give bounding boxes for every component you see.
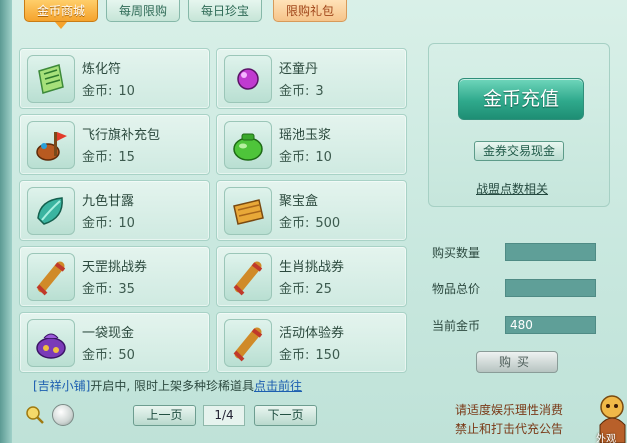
notice-go-link[interactable]: 点击前往: [254, 379, 302, 393]
leaf-icon: [27, 187, 75, 235]
item-name: 炼化符: [82, 62, 122, 77]
exchange-cash-button[interactable]: 金券交易现金: [474, 141, 564, 161]
talisman-icon: [27, 55, 75, 103]
total-price-label: 物品总价: [432, 282, 481, 296]
shop-item-2[interactable]: 还童丹 金币: 3: [216, 48, 407, 109]
notice-text: 开启中, 限时上架多种珍稀道具: [90, 379, 255, 393]
corner-label: 外观: [596, 434, 616, 443]
treasure-box-icon: [224, 187, 272, 235]
item-price: 金币: 10: [279, 150, 332, 165]
notice-shop-name[interactable]: [吉祥小铺]: [33, 379, 90, 393]
shop-item-7[interactable]: 天罡挑战券 金币: 35: [19, 246, 210, 307]
quantity-field[interactable]: [505, 243, 596, 261]
shop-item-3[interactable]: 飞行旗补充包 金币: 15: [19, 114, 210, 175]
total-price-field: [505, 279, 596, 297]
shop-item-5[interactable]: 九色甘露 金币: 10: [19, 180, 210, 241]
radio-toggle-icon[interactable]: [52, 404, 74, 426]
tab-gold-mall[interactable]: 金币商城: [24, 0, 98, 22]
alliance-points-link[interactable]: 战盟点数相关: [476, 180, 548, 197]
gold-recharge-button[interactable]: 金币充值: [458, 78, 584, 120]
item-price: 金币: 10: [82, 216, 135, 231]
purple-pill-icon: [224, 55, 272, 103]
item-price: 金币: 10: [82, 84, 135, 99]
item-price: 金币: 3: [279, 84, 324, 99]
moderation-notice: 请适度娱乐理性消费: [455, 403, 564, 417]
jade-pot-icon: [224, 121, 272, 169]
scroll-icon: [224, 319, 272, 367]
item-name: 聚宝盒: [279, 194, 319, 209]
shop-item-6[interactable]: 聚宝盒 金币: 500: [216, 180, 407, 241]
page-indicator: 1/4: [203, 405, 245, 426]
item-name: 九色甘露: [82, 194, 135, 209]
shop-item-9[interactable]: 一袋现金 金币: 50: [19, 312, 210, 373]
active-tab-pointer: [55, 22, 67, 29]
money-bag-icon: [27, 319, 75, 367]
item-name: 天罡挑战券: [82, 260, 148, 275]
tab-limited-gift[interactable]: 限购礼包: [273, 0, 347, 22]
panel-left-edge: [0, 0, 12, 443]
current-gold-field: 480: [505, 316, 596, 334]
quantity-label: 购买数量: [432, 246, 481, 260]
item-name: 生肖挑战券: [279, 260, 345, 275]
prev-page-button[interactable]: 上一页: [133, 405, 196, 426]
magnifier-icon[interactable]: [25, 405, 45, 425]
shop-item-1[interactable]: 炼化符 金币: 10: [19, 48, 210, 109]
shop-notice: [吉祥小铺]开启中, 限时上架多种珍稀道具点击前往: [33, 377, 302, 394]
item-price: 金币: 15: [82, 150, 135, 165]
item-price: 金币: 50: [82, 348, 135, 363]
scroll-icon: [27, 253, 75, 301]
tab-daily-treasure[interactable]: 每日珍宝: [188, 0, 262, 22]
item-name: 还童丹: [279, 62, 319, 77]
scroll-icon: [224, 253, 272, 301]
item-price: 金币: 25: [279, 282, 332, 297]
shop-item-4[interactable]: 瑶池玉浆 金币: 10: [216, 114, 407, 175]
buy-button[interactable]: 购买: [476, 351, 558, 373]
item-name: 飞行旗补充包: [82, 128, 161, 143]
current-gold-label: 当前金币: [432, 319, 481, 333]
item-name: 瑶池玉浆: [279, 128, 332, 143]
item-price: 金币: 35: [82, 282, 135, 297]
tab-weekly-limit[interactable]: 每周限购: [106, 0, 180, 22]
shop-item-10[interactable]: 活动体验券 金币: 150: [216, 312, 407, 373]
anti-proxy-notice[interactable]: 禁止和打击代充公告: [455, 420, 563, 437]
item-name: 一袋现金: [82, 326, 135, 341]
flag-pouch-icon: [27, 121, 75, 169]
next-page-button[interactable]: 下一页: [254, 405, 317, 426]
item-price: 金币: 150: [279, 348, 341, 363]
shop-item-8[interactable]: 生肖挑战券 金币: 25: [216, 246, 407, 307]
item-price: 金币: 500: [279, 216, 341, 231]
item-name: 活动体验券: [279, 326, 345, 341]
